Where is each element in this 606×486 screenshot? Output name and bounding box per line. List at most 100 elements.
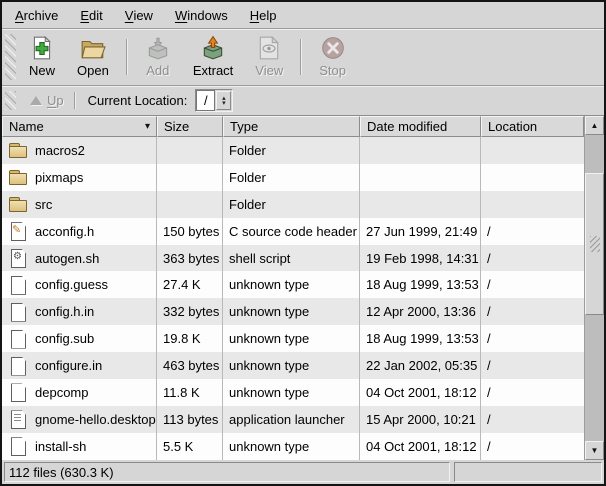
location-cell: / xyxy=(481,325,584,352)
toolbar-separator xyxy=(126,39,128,75)
up-arrow-icon xyxy=(30,96,42,105)
add-files-icon xyxy=(145,35,171,61)
column-header-location[interactable]: Location xyxy=(481,116,584,137)
folder-file-icon xyxy=(8,195,28,213)
view-file-label: View xyxy=(255,63,283,78)
name-cell: autogen.sh xyxy=(2,245,157,272)
file-row[interactable]: config.sub 19.8 K unknown type 18 Aug 19… xyxy=(2,325,584,352)
date-modified-cell: 04 Oct 2001, 18:12 xyxy=(360,379,481,406)
name-cell: install-sh xyxy=(2,433,157,460)
size-cell xyxy=(157,191,223,218)
file-row[interactable]: config.h.in 332 bytes unknown type 12 Ap… xyxy=(2,298,584,325)
file-name: src xyxy=(35,197,52,212)
menu-item-windows[interactable]: Windows xyxy=(164,2,239,28)
date-modified-cell xyxy=(360,164,481,191)
plain-file-icon xyxy=(8,330,28,348)
c-header-file-icon xyxy=(8,222,28,240)
combo-dropdown-icon[interactable]: ▴▾ xyxy=(216,91,231,110)
type-cell: C source code header xyxy=(223,218,360,245)
location-cell: / xyxy=(481,406,584,433)
date-modified-cell: 22 Jan 2002, 05:35 xyxy=(360,352,481,379)
scroll-up-button[interactable]: ▲ xyxy=(585,116,604,135)
location-cell: / xyxy=(481,379,584,406)
size-cell: 363 bytes xyxy=(157,245,223,272)
script-file-icon xyxy=(8,249,28,267)
column-header-name[interactable]: Name ▾ xyxy=(2,116,157,137)
type-cell: Folder xyxy=(223,137,360,164)
size-cell: 27.4 K xyxy=(157,271,223,298)
folder-file-icon xyxy=(8,168,28,186)
file-row[interactable]: pixmaps Folder xyxy=(2,164,584,191)
open-archive-button[interactable]: Open xyxy=(68,31,118,83)
location-cell: / xyxy=(481,271,584,298)
column-header-size[interactable]: Size xyxy=(157,116,223,137)
date-modified-cell: 18 Aug 1999, 13:53 xyxy=(360,271,481,298)
file-name: autogen.sh xyxy=(35,251,99,266)
plain-file-icon xyxy=(8,303,28,321)
file-row[interactable]: acconfig.h 150 bytes C source code heade… xyxy=(2,218,584,245)
location-cell: / xyxy=(481,352,584,379)
file-row[interactable]: configure.in 463 bytes unknown type 22 J… xyxy=(2,352,584,379)
location-combo[interactable]: / ▴▾ xyxy=(195,89,233,112)
toolbar: New Open Add xyxy=(2,29,604,86)
menu-item-archive[interactable]: Archive xyxy=(4,2,69,28)
type-cell: Folder xyxy=(223,164,360,191)
name-cell: config.guess xyxy=(2,271,157,298)
column-header-type[interactable]: Type xyxy=(223,116,360,137)
file-name: gnome-hello.desktop xyxy=(35,412,156,427)
type-cell: unknown type xyxy=(223,379,360,406)
size-cell: 19.8 K xyxy=(157,325,223,352)
menu-bar: Archive Edit View Windows Help xyxy=(2,2,604,29)
location-bar-drag-handle[interactable] xyxy=(5,91,16,110)
file-row[interactable]: autogen.sh 363 bytes shell script 19 Feb… xyxy=(2,245,584,272)
location-bar-separator xyxy=(74,92,76,109)
date-modified-cell: 15 Apr 2000, 10:21 xyxy=(360,406,481,433)
name-cell: depcomp xyxy=(2,379,157,406)
scrollbar-trough[interactable] xyxy=(585,135,604,441)
add-files-label: Add xyxy=(146,63,169,78)
name-cell: src xyxy=(2,191,157,218)
file-name: depcomp xyxy=(35,385,88,400)
column-header-date-modified[interactable]: Date modified xyxy=(360,116,481,137)
file-name: install-sh xyxy=(35,439,86,454)
file-list: Name ▾ Size Type Date modified Location … xyxy=(2,116,584,460)
column-header-row: Name ▾ Size Type Date modified Location xyxy=(2,116,584,137)
type-cell: Folder xyxy=(223,191,360,218)
location-cell: / xyxy=(481,433,584,460)
date-modified-cell: 04 Oct 2001, 18:12 xyxy=(360,433,481,460)
open-folder-icon xyxy=(80,35,106,61)
scrollbar-thumb[interactable] xyxy=(585,173,604,315)
menu-item-help[interactable]: Help xyxy=(239,2,288,28)
extract-label: Extract xyxy=(193,63,233,78)
name-cell: acconfig.h xyxy=(2,218,157,245)
status-message: 112 files (630.3 K) xyxy=(4,462,450,482)
location-cell xyxy=(481,191,584,218)
name-cell: macros2 xyxy=(2,137,157,164)
type-cell: unknown type xyxy=(223,352,360,379)
scroll-down-button[interactable]: ▼ xyxy=(585,441,604,460)
date-modified-cell xyxy=(360,137,481,164)
toolbar-drag-handle[interactable] xyxy=(5,34,16,80)
stop-button: Stop xyxy=(310,31,355,83)
folder-file-icon xyxy=(8,141,28,159)
file-row[interactable]: gnome-hello.desktop 113 bytes applicatio… xyxy=(2,406,584,433)
file-row[interactable]: macros2 Folder xyxy=(2,137,584,164)
location-cell xyxy=(481,164,584,191)
extract-button[interactable]: Extract xyxy=(184,31,242,83)
date-modified-cell: 19 Feb 1998, 14:31 xyxy=(360,245,481,272)
file-row[interactable]: src Folder xyxy=(2,191,584,218)
file-row[interactable]: config.guess 27.4 K unknown type 18 Aug … xyxy=(2,271,584,298)
size-cell xyxy=(157,137,223,164)
plain-file-icon xyxy=(8,437,28,455)
size-cell: 113 bytes xyxy=(157,406,223,433)
view-file-icon xyxy=(256,35,282,61)
menu-item-edit[interactable]: Edit xyxy=(69,2,113,28)
new-archive-button[interactable]: New xyxy=(20,31,64,83)
file-name: macros2 xyxy=(35,143,85,158)
file-name: config.h.in xyxy=(35,304,94,319)
plain-file-icon xyxy=(8,357,28,375)
file-row[interactable]: install-sh 5.5 K unknown type 04 Oct 200… xyxy=(2,433,584,460)
menu-item-view[interactable]: View xyxy=(114,2,164,28)
file-row[interactable]: depcomp 11.8 K unknown type 04 Oct 2001,… xyxy=(2,379,584,406)
up-label: Up xyxy=(47,93,64,108)
